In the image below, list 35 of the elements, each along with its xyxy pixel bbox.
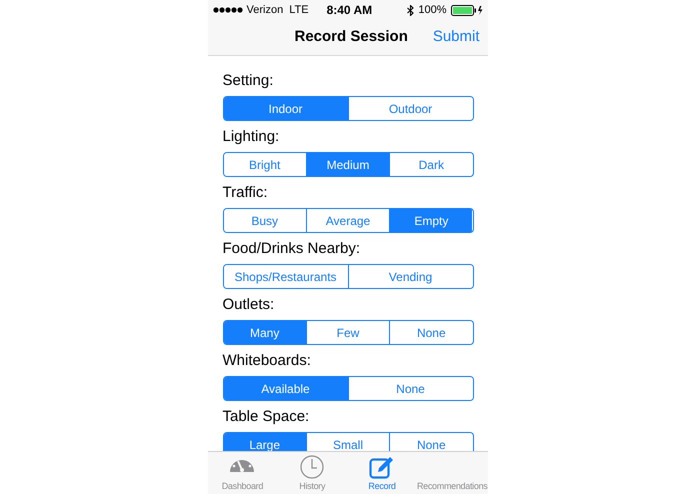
speedometer-icon [229,460,256,473]
signal-icon [212,7,242,13]
segment-option[interactable]: None [348,377,472,400]
segment-option[interactable]: Large [224,433,306,451]
network-type: LTE [289,2,309,18]
tab-bar-item[interactable]: History [277,452,348,494]
segment-option[interactable]: Medium [306,153,390,176]
clock-time: 8:40 AM [326,2,372,19]
section-label: Whiteboards: [222,351,312,371]
tab-bar-item[interactable]: Recommendations [416,452,488,494]
battery-percent: 100% [418,2,446,18]
section-label: Traffic: [222,183,269,203]
section-label: Setting: [222,71,274,91]
submit-button[interactable]: Submit [432,26,480,49]
bluetooth-icon [407,4,414,16]
segment-option[interactable]: Indoor [224,97,348,120]
segment-option[interactable]: Dark [389,153,472,176]
segment-option[interactable]: None [389,321,472,344]
tab-bar-item[interactable]: Record [347,452,417,494]
segment-option[interactable]: Empty [389,209,472,232]
screen-title: Record Session [294,27,408,48]
section-label: Table Space: [222,407,310,427]
pencil-on-square-icon [369,454,396,478]
segment-option[interactable]: Vending [348,265,472,288]
tab-bar-item[interactable]: Dashboard [208,452,278,494]
section-label: Lighting: [222,127,280,147]
segment-option[interactable]: Many [224,321,306,344]
carrier-name: Verizon [246,2,284,18]
section-label: Outlets: [222,295,276,315]
segment-option[interactable]: Outdoor [348,97,472,120]
segment-option[interactable]: Available [224,377,348,400]
segment-option[interactable]: None [389,433,472,451]
clock-icon [300,454,324,478]
section-label: Food/Drinks Nearby: [222,239,362,259]
battery-icon [450,4,482,16]
